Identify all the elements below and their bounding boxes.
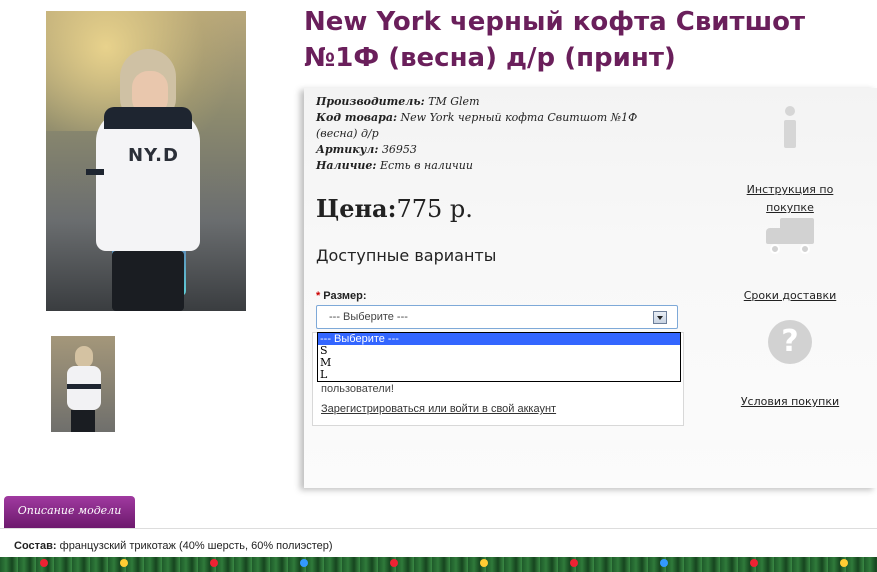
instructions-item: Инструкция по покупке	[725, 180, 855, 216]
size-label-text: Размер:	[323, 290, 367, 302]
product-specs: Производитель: TM Glem Код товара: New Y…	[316, 94, 646, 174]
spec-manufacturer: Производитель: TM Glem	[316, 94, 646, 110]
spec-article-value: 36953	[381, 143, 417, 156]
size-option[interactable]: --- Выберите ---	[318, 333, 680, 345]
price-value: 775 р.	[396, 195, 473, 223]
required-mark: *	[316, 290, 321, 302]
spec-article-label: Артикул:	[316, 143, 379, 156]
garland-bulb	[210, 559, 218, 567]
garland-bulb	[300, 559, 308, 567]
garland-bulb	[660, 559, 668, 567]
product-thumbnail[interactable]	[51, 336, 115, 432]
thumb-legs	[71, 410, 95, 432]
size-dropdown-list[interactable]: --- Выберите --- S M L	[317, 332, 681, 382]
info-icon-dot	[785, 106, 795, 116]
instructions-link[interactable]: Инструкция по покупке	[747, 183, 834, 214]
garland-bulb	[570, 559, 578, 567]
thumb-hair	[75, 346, 93, 368]
size-label: * Размер:	[316, 290, 367, 302]
product-main-image[interactable]: NY.D	[46, 11, 246, 311]
tab-description[interactable]: Описание модели	[4, 496, 135, 528]
size-option[interactable]: S	[318, 345, 680, 357]
thumb-band	[67, 384, 101, 389]
spec-code: Код товара: New York черный кофта Свитшо…	[316, 110, 646, 142]
garland-bulb	[480, 559, 488, 567]
login-notice-text: пользователи!	[321, 383, 394, 395]
spec-availability-label: Наличие:	[316, 159, 377, 172]
terms-link[interactable]: Условия покупки	[741, 395, 839, 408]
info-icon[interactable]	[780, 106, 800, 148]
composition-line: Состав: французский трикотаж (40% шерсть…	[14, 540, 333, 552]
options-title: Доступные варианты	[316, 246, 497, 265]
truck-icon-wheel	[800, 244, 810, 254]
photo-legs	[112, 251, 184, 311]
spec-code-label: Код товара:	[316, 111, 398, 124]
size-option[interactable]: M	[318, 357, 680, 369]
garland-bulb	[120, 559, 128, 567]
garland-bulb	[40, 559, 48, 567]
garland-bulb	[750, 559, 758, 567]
spec-availability-value: Есть в наличии	[380, 159, 473, 172]
garland-bulb	[840, 559, 848, 567]
photo-sleeve-stripe	[86, 169, 104, 175]
question-icon[interactable]: ?	[768, 320, 812, 364]
composition-label: Состав:	[14, 540, 57, 552]
delivery-item: Сроки доставки	[725, 286, 855, 304]
spec-manufacturer-value: TM Glem	[428, 95, 480, 108]
price-label: Цена:	[316, 194, 397, 223]
truck-icon-cab	[766, 228, 782, 244]
christmas-garland	[0, 557, 877, 572]
photo-print-text: NY.D	[128, 145, 179, 166]
delivery-link[interactable]: Сроки доставки	[744, 289, 837, 302]
size-select[interactable]: --- Выберите ---	[316, 305, 678, 329]
register-login-link[interactable]: Зарегистрироваться или войти в свой акка…	[321, 403, 556, 415]
spec-article: Артикул: 36953	[316, 142, 646, 158]
product-title: New York черный кофта Свитшот №1Ф (весна…	[304, 7, 806, 73]
garland-bulb	[390, 559, 398, 567]
info-icon-stem	[784, 120, 796, 148]
size-option[interactable]: L	[318, 369, 680, 381]
size-select-value: --- Выберите ---	[329, 311, 408, 323]
composition-value: французский трикотаж (40% шерсть, 60% по…	[59, 540, 333, 552]
photo-collar-band	[104, 107, 192, 129]
truck-icon-wheel	[770, 244, 780, 254]
product-price: Цена:775 р.	[316, 194, 473, 223]
photo-sweatshirt	[96, 111, 200, 251]
tab-divider	[0, 528, 877, 529]
spec-availability: Наличие: Есть в наличии	[316, 158, 646, 174]
chevron-down-icon[interactable]	[653, 311, 667, 324]
truck-icon[interactable]	[766, 218, 816, 256]
spec-manufacturer-label: Производитель:	[316, 95, 425, 108]
truck-icon-box	[780, 218, 814, 244]
terms-item: Условия покупки	[725, 392, 855, 410]
